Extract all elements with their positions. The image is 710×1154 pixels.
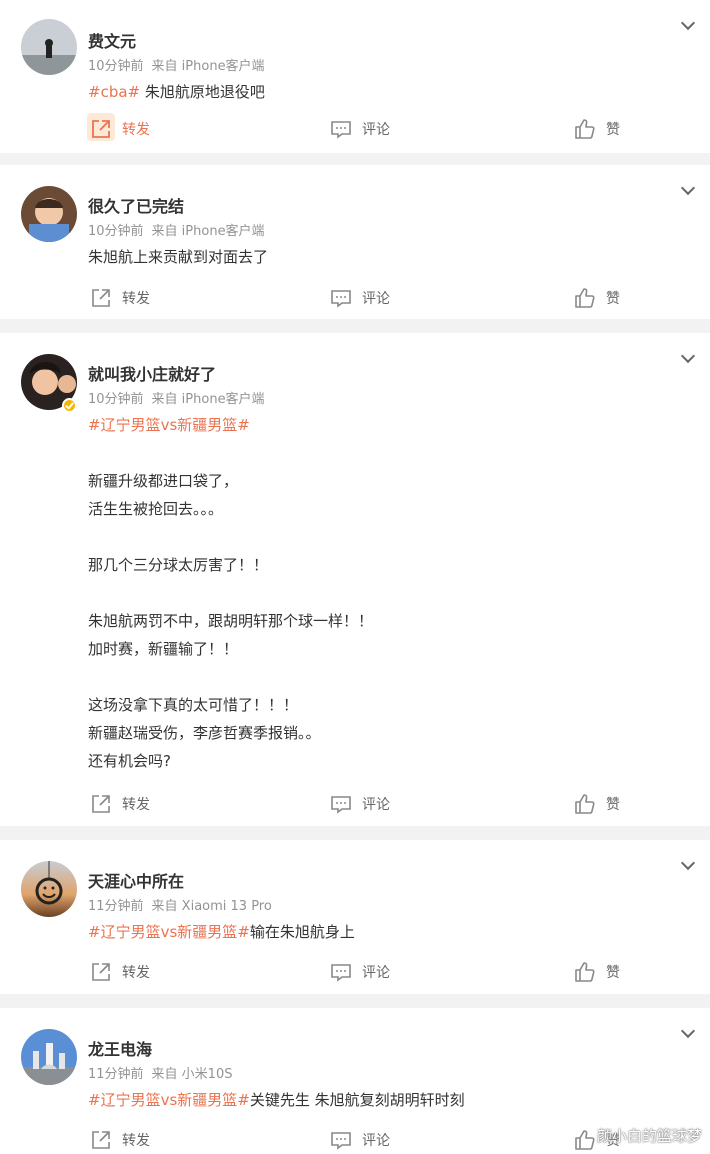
- post-source: 来自 iPhone客户端: [151, 224, 265, 239]
- chevron-down-icon[interactable]: [682, 351, 694, 363]
- thumbs-up-icon: [575, 1130, 595, 1150]
- action-bar: 转发 评论 赞: [0, 285, 710, 311]
- thumbs-up-icon: [575, 119, 595, 139]
- repost-label: 转发: [122, 797, 150, 813]
- user-name[interactable]: 费文元: [88, 28, 136, 52]
- post-time: 10分钟前: [88, 392, 144, 407]
- comment-label: 评论: [362, 797, 390, 813]
- post-text: 朱旭航原地退役吧: [140, 83, 265, 101]
- avatar[interactable]: [21, 19, 77, 75]
- verified-badge-icon: [62, 398, 77, 413]
- post-time: 10分钟前: [88, 224, 144, 239]
- user-name[interactable]: 龙王电海: [88, 1036, 152, 1060]
- like-label: 赞: [606, 291, 620, 307]
- post-time: 11分钟前: [88, 1067, 144, 1082]
- post-card: 费文元 10分钟前 来自 iPhone客户端 #cba# 朱旭航原地退役吧 转发 …: [0, 0, 710, 153]
- post-time: 10分钟前: [88, 59, 144, 74]
- topic-tag[interactable]: #辽宁男篮vs新疆男篮#: [88, 923, 250, 941]
- user-name[interactable]: 就叫我小庄就好了: [88, 361, 216, 385]
- post-meta: 10分钟前 来自 iPhone客户端: [88, 388, 265, 407]
- avatar[interactable]: [21, 861, 77, 917]
- post-meta: 11分钟前 来自 小米10S: [88, 1063, 232, 1082]
- like-button[interactable]: 赞: [574, 285, 620, 311]
- like-button[interactable]: 赞: [574, 116, 620, 142]
- comment-button[interactable]: 评论: [330, 285, 390, 311]
- post-content: #cba# 朱旭航原地退役吧: [88, 78, 265, 106]
- post-time: 11分钟前: [88, 899, 144, 914]
- comment-icon: [331, 796, 351, 814]
- like-button[interactable]: 赞: [574, 959, 620, 985]
- thumbs-up-icon: [575, 288, 595, 308]
- repost-button[interactable]: 转发: [90, 791, 150, 817]
- topic-tag[interactable]: #cba#: [88, 83, 140, 101]
- post-content: #辽宁男篮vs新疆男篮#关键先生 朱旭航复刻胡明轩时刻: [88, 1086, 465, 1114]
- action-bar: 转发 评论 赞: [0, 791, 710, 817]
- repost-icon: [92, 1131, 110, 1149]
- post-meta: 10分钟前 来自 iPhone客户端: [88, 220, 265, 239]
- watermark: 颜小白的篮球梦: [596, 1127, 702, 1145]
- comment-icon: [331, 964, 351, 982]
- thumbs-up-icon: [575, 794, 595, 814]
- like-label: 赞: [606, 965, 620, 981]
- post-content: 朱旭航上来贡献到对面去了: [88, 243, 268, 271]
- post-text: 输在朱旭航身上: [249, 923, 355, 941]
- repost-button[interactable]: 转发: [87, 113, 150, 142]
- post-text: 关键先生 朱旭航复刻胡明轩时刻: [249, 1091, 465, 1109]
- repost-label: 转发: [122, 291, 150, 307]
- user-name[interactable]: 很久了已完结: [88, 193, 184, 217]
- action-bar: 转发 评论 赞: [0, 113, 710, 142]
- avatar[interactable]: [21, 186, 77, 242]
- topic-tag[interactable]: #辽宁男篮vs新疆男篮#: [88, 416, 250, 434]
- repost-button[interactable]: 转发: [90, 285, 150, 311]
- repost-label: 转发: [122, 965, 150, 981]
- post-card: 很久了已完结 10分钟前 来自 iPhone客户端 朱旭航上来贡献到对面去了 转发…: [0, 165, 710, 319]
- post-source: 来自 Xiaomi 13 Pro: [151, 899, 272, 914]
- user-name[interactable]: 天涯心中所在: [88, 868, 184, 892]
- comment-label: 评论: [362, 1133, 390, 1149]
- avatar[interactable]: [21, 1029, 77, 1085]
- comment-button[interactable]: 评论: [330, 116, 390, 142]
- action-bar: 转发 评论 赞: [0, 959, 710, 985]
- post-card: 天涯心中所在 11分钟前 来自 Xiaomi 13 Pro #辽宁男篮vs新疆男篮…: [0, 840, 710, 994]
- post-source: 来自 iPhone客户端: [151, 59, 265, 74]
- repost-button[interactable]: 转发: [90, 1127, 150, 1153]
- comment-icon: [331, 290, 351, 308]
- comment-icon: [331, 121, 351, 139]
- chevron-down-icon[interactable]: [682, 858, 694, 870]
- comment-button[interactable]: 评论: [330, 791, 390, 817]
- chevron-down-icon[interactable]: [682, 1026, 694, 1038]
- like-button[interactable]: 赞: [574, 791, 620, 817]
- post-source: 来自 小米10S: [151, 1067, 233, 1082]
- post-card: 就叫我小庄就好了 10分钟前 来自 iPhone客户端 #辽宁男篮vs新疆男篮# …: [0, 333, 710, 826]
- chevron-down-icon[interactable]: [682, 18, 694, 30]
- comment-label: 评论: [362, 291, 390, 307]
- post-source: 来自 iPhone客户端: [151, 392, 265, 407]
- post-content: #辽宁男篮vs新疆男篮# 新疆升级都进口袋了， 活生生被抢回去。。。 那几个三分…: [88, 411, 373, 775]
- topic-tag[interactable]: #辽宁男篮vs新疆男篮#: [88, 1091, 250, 1109]
- chevron-down-icon[interactable]: [682, 183, 694, 195]
- post-text: 朱旭航上来贡献到对面去了: [88, 248, 269, 266]
- like-label: 赞: [606, 797, 620, 813]
- repost-icon: [92, 795, 110, 813]
- repost-icon: [92, 963, 110, 981]
- repost-icon: [92, 120, 110, 138]
- repost-button[interactable]: 转发: [90, 959, 150, 985]
- post-content: #辽宁男篮vs新疆男篮#输在朱旭航身上: [88, 918, 355, 946]
- post-meta: 11分钟前 来自 Xiaomi 13 Pro: [88, 895, 272, 914]
- thumbs-up-icon: [575, 962, 595, 982]
- comment-label: 评论: [362, 122, 390, 138]
- repost-icon: [92, 289, 110, 307]
- repost-label: 转发: [122, 1133, 150, 1149]
- comment-label: 评论: [362, 965, 390, 981]
- repost-label: 转发: [122, 122, 150, 138]
- like-label: 赞: [606, 122, 620, 138]
- comment-button[interactable]: 评论: [330, 959, 390, 985]
- comment-icon: [331, 1132, 351, 1150]
- post-text: 新疆升级都进口袋了， 活生生被抢回去。。。 那几个三分球太厉害了！！ 朱旭航两罚…: [88, 472, 374, 770]
- post-meta: 10分钟前 来自 iPhone客户端: [88, 55, 265, 74]
- comment-button[interactable]: 评论: [330, 1127, 390, 1153]
